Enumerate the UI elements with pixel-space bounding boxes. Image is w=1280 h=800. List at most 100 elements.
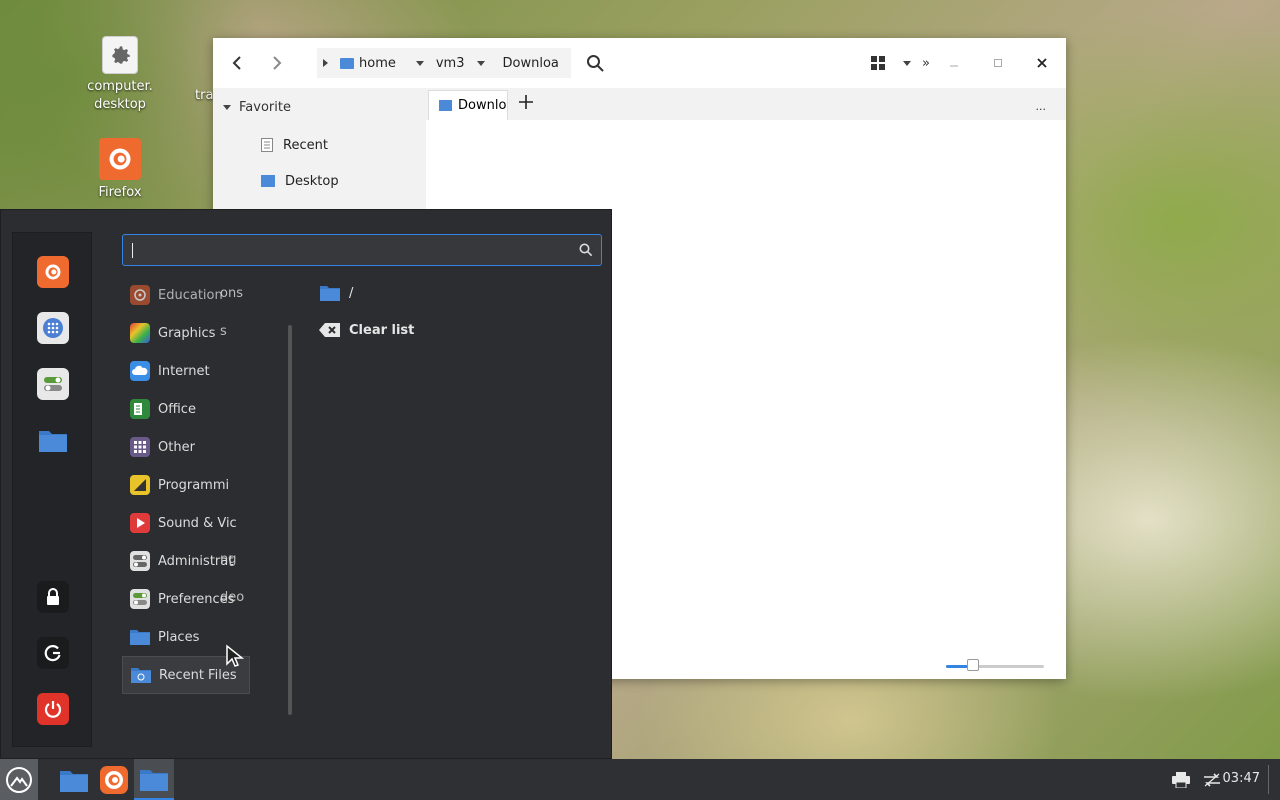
forward-button[interactable]: [257, 43, 297, 83]
mouse-pointer-icon: [226, 644, 245, 667]
lock-screen-button[interactable]: [37, 581, 69, 613]
lock-icon: [47, 588, 59, 605]
favorites-bar: [12, 232, 92, 747]
folder-icon: [320, 286, 340, 301]
path-label: vm3: [435, 55, 465, 71]
path-segment-vm3[interactable]: vm3: [430, 56, 471, 71]
grid-view-icon: [871, 56, 885, 70]
taskbar-files-window[interactable]: [134, 759, 174, 800]
category-label: Internet: [158, 363, 210, 379]
category-label: Preferences: [158, 591, 235, 607]
firefox-icon: [45, 264, 61, 280]
minimize-icon: [950, 65, 958, 67]
category-label: Administrat: [158, 553, 234, 569]
programming-icon: [130, 475, 150, 495]
new-tab-button[interactable]: [518, 94, 538, 114]
favorite-files[interactable]: [37, 424, 69, 456]
clear-list-button[interactable]: Clear list: [319, 322, 414, 338]
clock[interactable]: 03:47: [1223, 771, 1260, 786]
more-button[interactable]: »: [918, 48, 934, 78]
category-internet[interactable]: Internet: [122, 352, 250, 390]
category-label: Sound & Vic: [158, 515, 237, 531]
path-expand[interactable]: [317, 59, 334, 67]
close-button[interactable]: [1031, 48, 1053, 78]
cloud-icon: [130, 361, 150, 381]
desktop-icon-label: tra: [195, 88, 214, 103]
category-programmi[interactable]: Programmi: [122, 466, 250, 504]
folder-icon: [140, 769, 168, 791]
plus-icon: [519, 95, 533, 109]
menu-search-input[interactable]: [123, 235, 563, 265]
category-graphics[interactable]: Graphics: [122, 314, 250, 352]
desktop-icon-label: Firefox: [98, 185, 142, 200]
sidebar-item-label: Recent: [283, 137, 328, 153]
sidebar-item-desktop[interactable]: Desktop: [213, 163, 426, 199]
path-segment-home[interactable]: home: [334, 56, 402, 71]
toggle-icon: [130, 551, 150, 571]
folder-icon: [130, 627, 150, 647]
zoom-slider[interactable]: [946, 659, 1044, 671]
taskbar: 03:47: [0, 759, 1280, 800]
category-preferences[interactable]: Preferences: [122, 580, 250, 618]
menu-button[interactable]: [0, 759, 38, 800]
maximize-icon: [994, 59, 1002, 67]
category-sound-vic[interactable]: Sound & Vic: [122, 504, 250, 542]
category-scrollbar[interactable]: [288, 325, 292, 715]
firefox-icon: [100, 765, 128, 794]
category-education[interactable]: Education: [122, 276, 250, 314]
taskbar-firefox-launcher[interactable]: [95, 759, 133, 800]
recent-item-root[interactable]: /: [319, 284, 353, 302]
category-other[interactable]: Other: [122, 428, 250, 466]
sidebar-item-recent[interactable]: Recent: [213, 127, 426, 163]
clear-icon: [319, 323, 340, 337]
desktop-icon-trash[interactable]: tra: [165, 36, 214, 105]
maximize-button[interactable]: [987, 48, 1009, 78]
path-label: home: [359, 55, 396, 71]
grid-icon: [130, 437, 150, 457]
triangle-down-icon: [223, 105, 231, 110]
shutdown-button[interactable]: [37, 693, 69, 725]
search-button[interactable]: [581, 48, 609, 78]
desktop-icon-firefox[interactable]: Firefox: [75, 138, 165, 202]
path-label: Downloa: [502, 55, 559, 71]
category-label: Programmi: [158, 477, 230, 493]
path-dropdown[interactable]: [402, 60, 430, 66]
logout-icon: [44, 645, 61, 662]
tab-downloads[interactable]: Downloa: [428, 90, 508, 120]
app-grid-icon: [43, 318, 63, 338]
logout-button[interactable]: [37, 637, 69, 669]
zoom-handle[interactable]: [967, 659, 980, 671]
tab-overflow-button[interactable]: ...: [1036, 100, 1047, 113]
chevron-right-icon: [273, 56, 282, 70]
triangle-down-icon: [415, 60, 424, 66]
tab-bar: Downloa ...: [426, 88, 1066, 120]
triangle-down-icon: [476, 60, 485, 66]
clear-list-label: Clear list: [349, 322, 415, 338]
view-mode-button[interactable]: [865, 48, 891, 78]
sidebar-heading-favorite[interactable]: Favorite: [213, 88, 426, 127]
taskbar-files-launcher[interactable]: [55, 759, 93, 800]
path-segment-downloads[interactable]: Downloa: [491, 56, 565, 71]
minimize-button[interactable]: [943, 48, 965, 78]
favorite-software[interactable]: [37, 312, 69, 344]
favorite-firefox[interactable]: [37, 256, 69, 288]
back-button[interactable]: [217, 43, 257, 83]
downloads-folder-icon: [439, 100, 452, 111]
close-icon: [1037, 58, 1047, 68]
category-office[interactable]: Office: [122, 390, 250, 428]
category-list: Education Graphics Internet Office Other Prog…: [122, 276, 250, 694]
show-desktop-button[interactable]: [1268, 765, 1274, 794]
favorite-settings[interactable]: [37, 368, 69, 400]
path-dropdown[interactable]: [471, 60, 491, 66]
menu-search-field[interactable]: [122, 234, 602, 266]
view-mode-dropdown[interactable]: [899, 48, 915, 78]
category-administrat[interactable]: Administrat: [122, 542, 250, 580]
category-label: Other: [158, 439, 195, 455]
desktop-icon-computer[interactable]: computer. desktop: [75, 36, 165, 114]
file-manager-header: home vm3 Downloa »: [213, 38, 1066, 88]
search-icon: [579, 243, 593, 257]
text-caret: [132, 243, 133, 258]
sidebar-item-label: Desktop: [285, 173, 339, 189]
media-icon: [130, 513, 150, 533]
education-icon: [130, 285, 150, 305]
